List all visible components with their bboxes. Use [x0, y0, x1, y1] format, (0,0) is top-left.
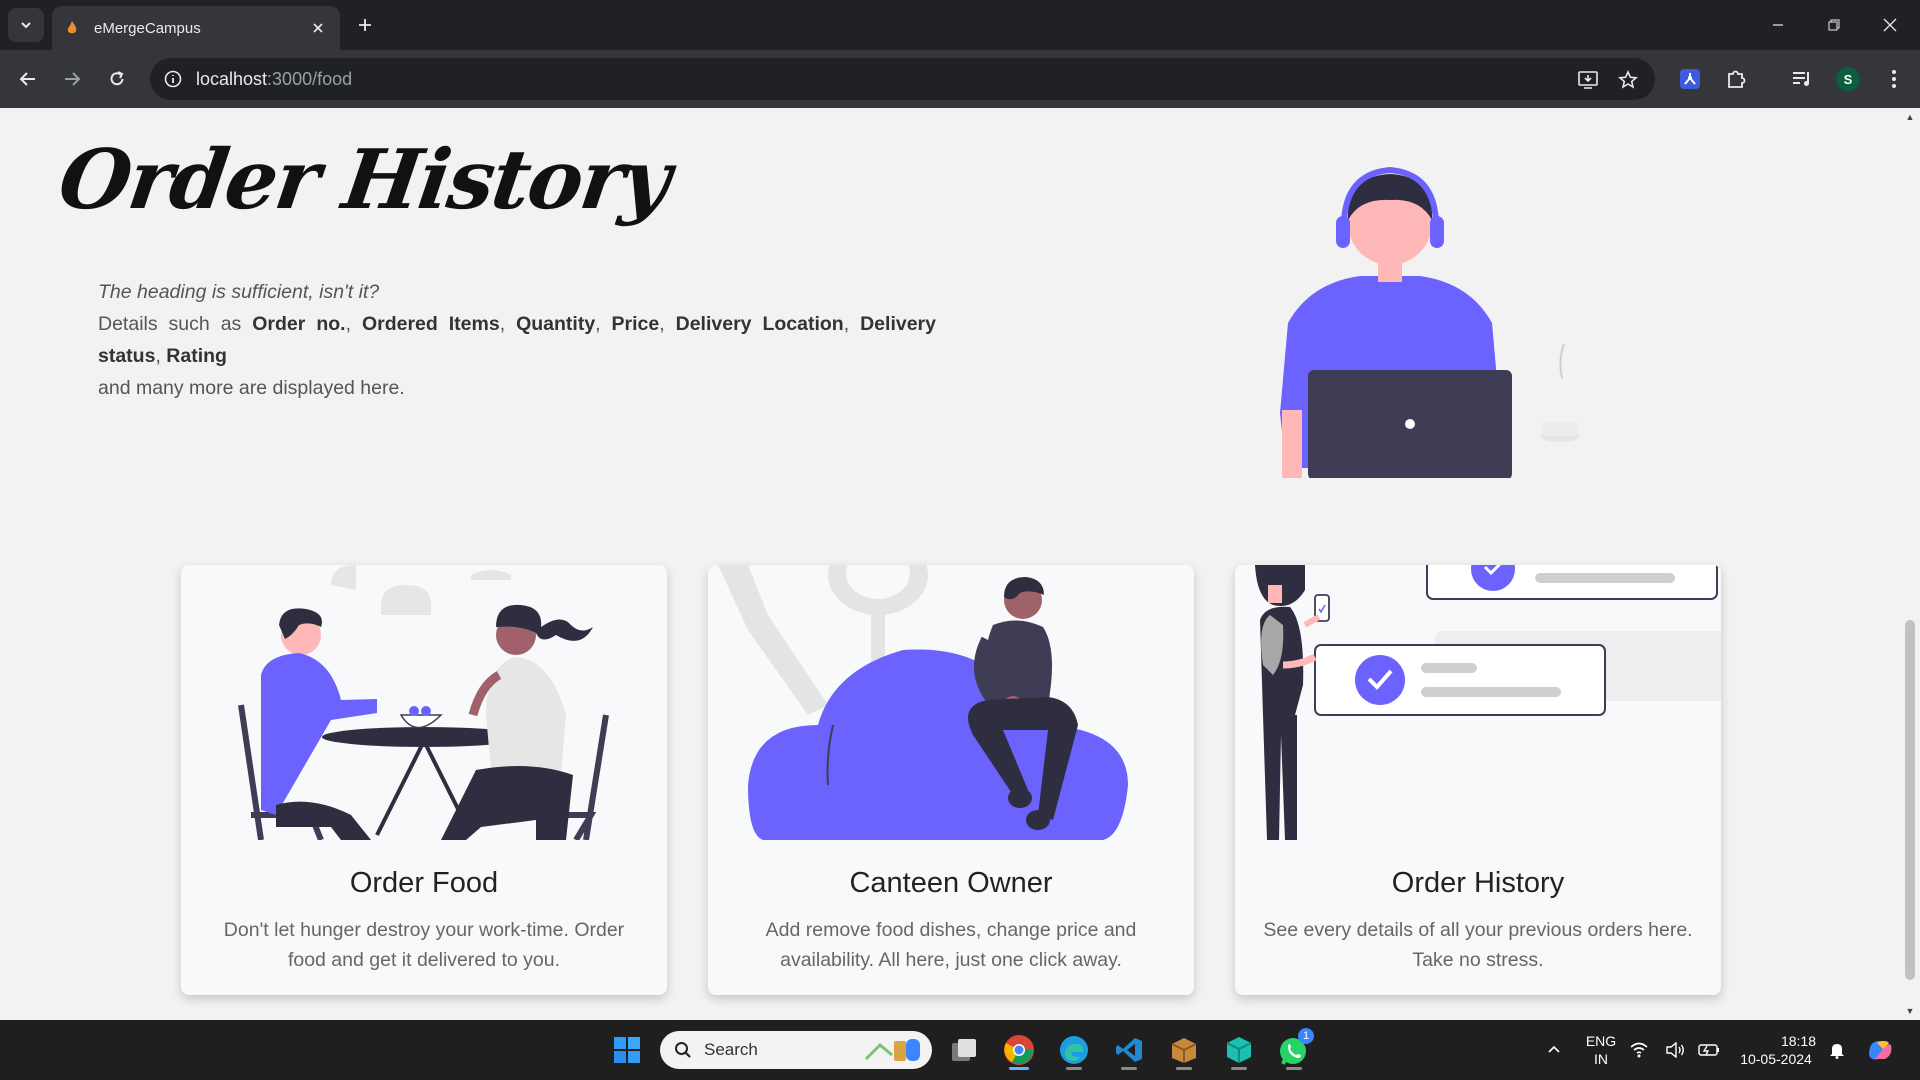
- vscode-icon[interactable]: [1109, 1030, 1149, 1070]
- package-box-icon[interactable]: [1164, 1030, 1204, 1070]
- taskbar-search[interactable]: Search: [660, 1031, 932, 1069]
- new-tab-button[interactable]: [350, 10, 380, 40]
- card-order-history[interactable]: Order History See every details of all y…: [1235, 565, 1721, 995]
- reload-icon: [110, 71, 124, 86]
- forward-button[interactable]: [56, 63, 88, 95]
- hero-details-line-2: status, Rating: [98, 345, 227, 367]
- copilot-icon[interactable]: [1860, 1030, 1900, 1070]
- card-title: Canteen Owner: [849, 867, 1053, 899]
- cube-app-icon[interactable]: [1219, 1030, 1259, 1070]
- extension-icon[interactable]: [1674, 63, 1706, 95]
- notification-badge: 1: [1298, 1028, 1314, 1044]
- support-person-illustration: [1280, 166, 1580, 478]
- notification-bell-icon[interactable]: [1825, 1030, 1849, 1070]
- info-icon: [164, 70, 182, 88]
- puzzle-icon[interactable]: [1720, 63, 1752, 95]
- back-button[interactable]: [12, 63, 44, 95]
- taskbar: Search 1 ENG IN 18:18 10-05-2024: [0, 1020, 1920, 1080]
- address-bar[interactable]: localhost:3000/food: [150, 58, 1655, 100]
- order-checklist-illustration: [1255, 565, 1721, 840]
- browser-tab-bar: eMergeCampus: [0, 0, 1920, 50]
- whatsapp-icon[interactable]: 1: [1274, 1028, 1314, 1070]
- dining-couple-illustration: [238, 565, 609, 840]
- search-icon: [675, 1042, 691, 1058]
- install-app-icon[interactable]: [1575, 67, 1601, 93]
- hero-details-suffix: and many more are displayed here.: [98, 377, 405, 399]
- search-highlight-icon: [864, 1039, 920, 1061]
- page-title: Order History: [53, 132, 675, 228]
- clock-date: 10-05-2024: [1740, 1051, 1812, 1067]
- language-indicator[interactable]: ENG IN: [1580, 1032, 1622, 1068]
- close-icon[interactable]: [308, 18, 328, 38]
- edge-icon[interactable]: [1054, 1030, 1094, 1070]
- feature-cards: Order Food Don't let hunger destroy your…: [181, 565, 1721, 995]
- owner-on-cloud-illustration: [718, 565, 1128, 840]
- more-menu-icon[interactable]: [1878, 63, 1910, 95]
- scroll-down-arrow-icon[interactable]: ▼: [1905, 1006, 1915, 1016]
- card-title: Order Food: [349, 867, 499, 899]
- search-label: Search: [704, 1040, 758, 1059]
- card-canteen-owner[interactable]: Canteen Owner Add remove food dishes, ch…: [708, 565, 1194, 995]
- page-scrollbar[interactable]: ▲ ▼: [1900, 108, 1920, 1020]
- flame-icon: [64, 20, 80, 36]
- card-order-food[interactable]: Order Food Don't let hunger destroy your…: [181, 565, 667, 995]
- profile-avatar[interactable]: S: [1832, 63, 1864, 95]
- chevron-up-icon[interactable]: [1534, 1030, 1574, 1070]
- browser-tab[interactable]: eMergeCampus: [52, 6, 340, 50]
- card-description: Add remove food dishes, change price and…: [765, 919, 1137, 971]
- restore-button[interactable]: [1806, 0, 1862, 50]
- minimize-icon: [1773, 24, 1783, 26]
- browser-toolbar: localhost:3000/food S: [0, 50, 1920, 108]
- tab-search-button[interactable]: [8, 8, 44, 42]
- bookmark-star-icon[interactable]: [1615, 67, 1641, 93]
- tab-title: eMergeCampus: [94, 19, 201, 37]
- arrow-left-icon: [19, 72, 35, 86]
- close-icon: [1883, 18, 1897, 32]
- volume-icon[interactable]: [1664, 1030, 1688, 1070]
- wifi-icon[interactable]: [1627, 1030, 1651, 1070]
- plus-icon: [359, 19, 371, 31]
- reload-button[interactable]: [101, 63, 133, 95]
- hero-details-line: Details such as Order no., Ordered Items…: [98, 313, 936, 335]
- clock-time: 18:18: [1780, 1033, 1816, 1049]
- minimize-button[interactable]: [1750, 0, 1806, 50]
- page-viewport: Order History The heading is sufficient,…: [0, 108, 1920, 1020]
- windows-logo-icon: [614, 1037, 640, 1063]
- card-description: See every details of all your previous o…: [1263, 919, 1693, 971]
- chrome-icon[interactable]: [999, 1030, 1039, 1070]
- hero-tagline: The heading is sufficient, isn't it?: [98, 281, 380, 303]
- scroll-up-arrow-icon[interactable]: ▲: [1905, 112, 1915, 122]
- media-control-icon[interactable]: [1786, 63, 1818, 95]
- window-close-button[interactable]: [1862, 0, 1918, 50]
- start-button[interactable]: [607, 1030, 647, 1070]
- task-view-icon[interactable]: [944, 1030, 984, 1070]
- chevron-down-icon: [21, 22, 31, 29]
- arrow-right-icon: [65, 72, 81, 86]
- clock[interactable]: 18:18 10-05-2024: [1728, 1032, 1824, 1068]
- card-description: Don't let hunger destroy your work-time.…: [223, 919, 625, 971]
- scroll-thumb[interactable]: [1905, 620, 1915, 980]
- restore-icon: [1828, 19, 1840, 31]
- hero-description: The heading is sufficient, isn't it? Det…: [98, 276, 936, 404]
- url-text: localhost:3000/food: [196, 68, 353, 89]
- battery-icon[interactable]: [1696, 1030, 1722, 1070]
- card-title: Order History: [1391, 867, 1565, 899]
